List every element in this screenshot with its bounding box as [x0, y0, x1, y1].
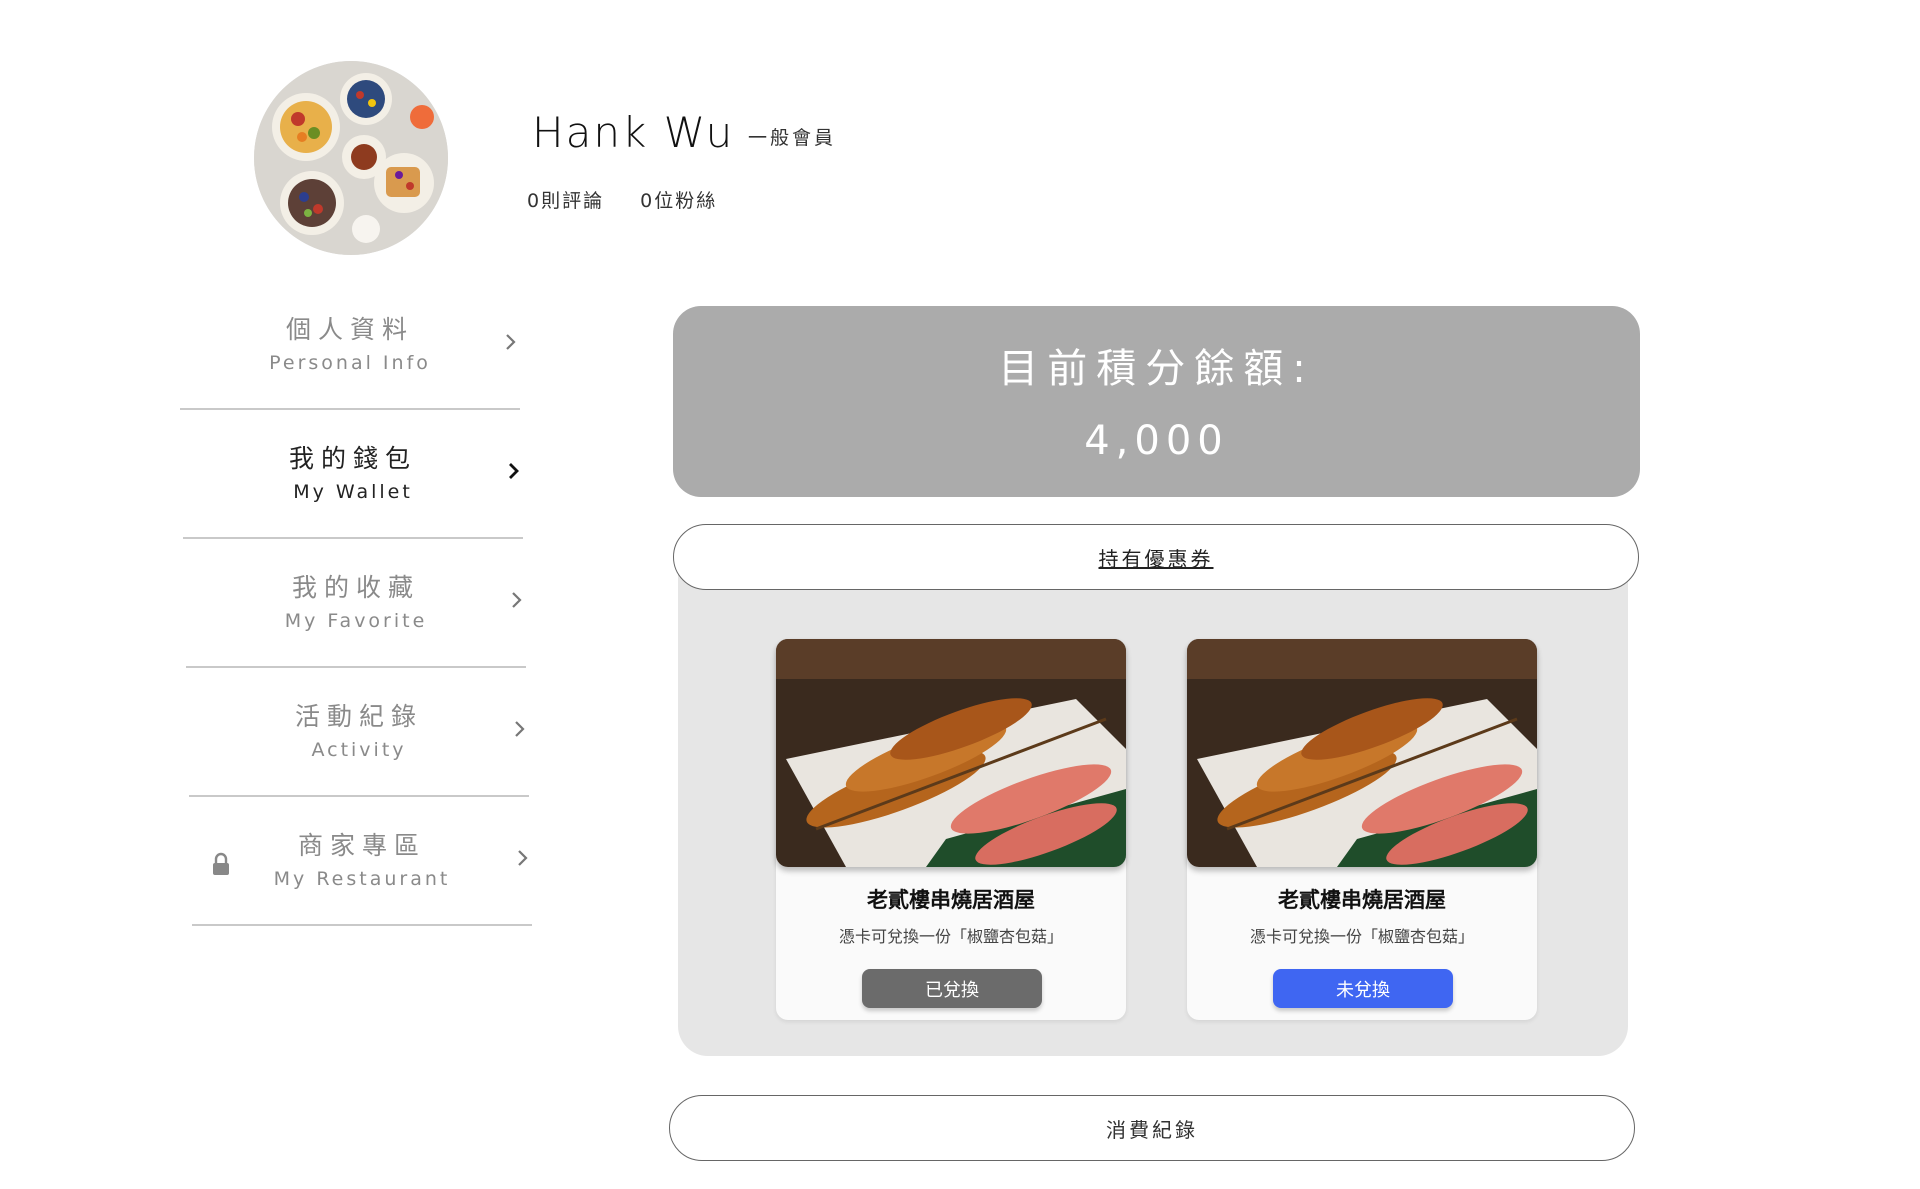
chevron-right-icon	[509, 463, 519, 479]
follower-count[interactable]: 0位粉絲	[640, 190, 717, 212]
coupon-card[interactable]: 老貳樓串燒居酒屋 憑卡可兌換一份「椒鹽杏包菇」 已兌換	[776, 639, 1126, 1020]
sidebar-item-label: 個人資料	[285, 315, 414, 344]
sidebar-item-my-favorite[interactable]: 我的收藏 My Favorite	[186, 540, 526, 668]
sidebar-item-label: 我的錢包	[288, 444, 417, 473]
redeem-status-button[interactable]: 已兌換	[862, 969, 1042, 1008]
sidebar-item-sublabel: My Wallet	[293, 481, 413, 503]
coupon-card[interactable]: 老貳樓串燒居酒屋 憑卡可兌換一份「椒鹽杏包菇」 未兌換	[1187, 639, 1537, 1020]
chevron-right-icon	[518, 850, 528, 866]
coupon-title: 老貳樓串燒居酒屋	[1278, 888, 1446, 912]
points-balance-card: 目前積分餘額: 4,000	[673, 306, 1640, 497]
avatar	[254, 61, 448, 255]
coupon-title: 老貳樓串燒居酒屋	[867, 888, 1035, 912]
chevron-right-icon	[512, 592, 522, 608]
profile-stats: 0則評論 0位粉絲	[527, 186, 745, 213]
review-count[interactable]: 0則評論	[527, 190, 604, 212]
purchase-history-button[interactable]: 消費紀錄	[669, 1095, 1635, 1161]
chevron-right-icon	[515, 721, 525, 737]
sidebar-item-label: 我的收藏	[291, 573, 420, 602]
redeem-status-button[interactable]: 未兌換	[1273, 969, 1453, 1008]
sidebar-item-label: 商家專區	[297, 831, 426, 860]
points-value: 4,000	[1084, 418, 1229, 464]
tab-coupons[interactable]: 持有優惠券	[673, 524, 1639, 590]
chevron-right-icon	[506, 334, 516, 350]
sidebar-item-my-restaurant[interactable]: 商家專區 My Restaurant	[192, 798, 532, 926]
sidebar-item-sublabel: Activity	[311, 739, 407, 761]
sidebar-item-sublabel: My Favorite	[284, 610, 428, 632]
sidebar-item-sublabel: Personal Info	[269, 352, 431, 374]
points-label: 目前積分餘額:	[998, 346, 1315, 392]
sidebar-item-activity[interactable]: 活動紀錄 Activity	[189, 669, 529, 797]
coupon-description: 憑卡可兌換一份「椒鹽杏包菇」	[1249, 927, 1474, 946]
user-name: Hank Wu	[532, 108, 735, 157]
coupon-image	[1187, 639, 1537, 867]
coupon-description: 憑卡可兌換一份「椒鹽杏包菇」	[838, 927, 1063, 946]
member-level-badge: 一般會員	[748, 127, 837, 149]
sidebar-item-sublabel: My Restaurant	[273, 868, 451, 890]
sidebar-item-personal-info[interactable]: 個人資料 Personal Info	[180, 282, 520, 410]
coupon-image	[776, 639, 1126, 867]
sidebar-item-my-wallet[interactable]: 我的錢包 My Wallet	[183, 411, 523, 539]
sidebar-item-label: 活動紀錄	[294, 702, 423, 731]
